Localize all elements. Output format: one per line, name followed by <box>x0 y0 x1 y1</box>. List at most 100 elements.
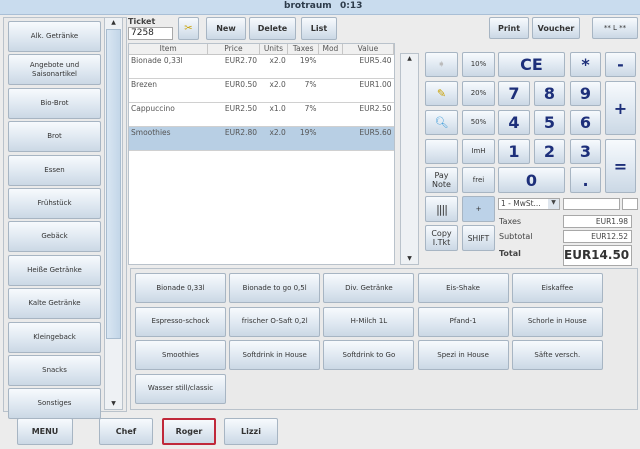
equals-button[interactable]: = <box>605 139 636 193</box>
amount-input[interactable] <box>563 198 620 210</box>
table-cell: EUR2.80 <box>207 126 259 151</box>
key-8[interactable]: 8 <box>534 81 565 106</box>
key-1[interactable]: 1 <box>498 139 530 164</box>
menu-button[interactable]: MENU <box>17 418 73 445</box>
column-header[interactable]: Units <box>259 44 289 55</box>
pencil-icon[interactable]: ✎ <box>425 81 458 106</box>
category-button[interactable]: Angebote und Saisonartikel <box>8 54 101 86</box>
imh-button[interactable]: ImH <box>462 139 495 164</box>
shift-button[interactable]: SHIFT <box>462 225 495 251</box>
product-button[interactable]: Pfand-1 <box>417 306 509 337</box>
product-button[interactable]: Schorle in House <box>511 306 603 337</box>
key-5[interactable]: 5 <box>534 110 565 135</box>
taxes-label: Taxes <box>499 217 522 226</box>
ce-button[interactable]: CE <box>498 52 565 77</box>
scroll-up-icon[interactable]: ▲ <box>105 18 122 28</box>
discount-10-button[interactable]: 10% <box>462 52 495 77</box>
discount-20-button[interactable]: 20% <box>462 81 495 106</box>
product-button[interactable]: Bionade to go 0,5l <box>229 273 321 303</box>
list-button[interactable]: List <box>301 17 337 40</box>
product-button[interactable]: H-Milch 1L <box>323 306 415 337</box>
table-cell: x2.0 <box>259 54 288 79</box>
new-button[interactable]: New <box>206 17 246 40</box>
plus-button[interactable]: + <box>605 81 636 135</box>
table-cell <box>318 78 343 103</box>
category-button[interactable]: Kalte Getränke <box>8 288 101 320</box>
key-6[interactable]: 6 <box>570 110 601 135</box>
scroll-thumb[interactable] <box>106 29 121 339</box>
blank-button[interactable] <box>425 139 458 164</box>
product-button[interactable]: Wasser still/classic <box>135 373 226 404</box>
table-row[interactable]: Bionade 0,33l EUR2.70 x2.0 19% EUR5.40 <box>129 54 394 79</box>
product-button[interactable]: Spezi in House <box>417 340 509 370</box>
tax-select-value: 1 - MwSt... <box>501 199 541 208</box>
delete-button[interactable]: Delete <box>249 17 296 40</box>
product-button[interactable]: Säfte versch. <box>511 340 603 370</box>
scroll-up-icon[interactable]: ▲ <box>401 54 418 64</box>
tax-select[interactable]: 1 - MwSt... ▼ <box>498 198 560 210</box>
table-cell: 7% <box>287 78 319 103</box>
category-button[interactable]: Heiße Getränke <box>8 254 101 286</box>
category-button[interactable]: Kleingeback <box>8 321 101 353</box>
table-row[interactable]: Cappuccino EUR2.50 x1.0 7% EUR2.50 <box>129 102 394 127</box>
key-2[interactable]: 2 <box>534 139 565 164</box>
pay-note-button[interactable]: Pay Note <box>425 167 458 193</box>
column-header[interactable]: Taxes <box>287 44 319 55</box>
category-button[interactable]: Sonstiges <box>8 388 101 420</box>
product-button[interactable]: Softdrink in House <box>229 340 321 370</box>
multiply-button[interactable]: * <box>570 52 601 77</box>
dot-button[interactable]: . <box>570 167 601 193</box>
category-scrollbar[interactable]: ▲ ▼ <box>104 17 123 410</box>
column-header[interactable]: Mod <box>318 44 343 55</box>
scroll-down-icon[interactable]: ▼ <box>401 254 418 264</box>
table-row[interactable]: Smoothies EUR2.80 x2.0 19% EUR5.60 <box>129 126 394 151</box>
user-button-chef[interactable]: Chef <box>99 418 153 445</box>
scissors-icon[interactable]: ✂ <box>178 17 199 40</box>
plus-small-button[interactable]: + <box>462 196 495 222</box>
key-0[interactable]: 0 <box>498 167 565 193</box>
copy-ticket-button[interactable]: Copy I.Tkt <box>425 225 458 251</box>
product-button[interactable]: Espresso-schock <box>135 306 226 337</box>
column-header[interactable]: Item <box>129 44 209 55</box>
column-header[interactable]: Price <box>207 44 260 55</box>
chevron-down-icon[interactable]: ▼ <box>548 199 559 209</box>
product-button[interactable]: Eis-Shake <box>417 273 509 303</box>
discount-50-button[interactable]: 50% <box>462 110 495 135</box>
category-button[interactable]: Brot <box>8 121 101 153</box>
product-button[interactable]: Bionade 0,33l <box>135 273 226 303</box>
arrow-right-icon[interactable]: ➧ <box>425 52 458 77</box>
column-header[interactable]: Value <box>342 44 395 55</box>
extra-input[interactable] <box>622 198 638 210</box>
frei-button[interactable]: frei <box>462 167 495 193</box>
user-button-lizzi[interactable]: Lizzi <box>224 418 278 445</box>
minus-button[interactable]: - <box>605 52 636 77</box>
key-9[interactable]: 9 <box>570 81 601 106</box>
user-button-roger[interactable]: Roger <box>162 418 216 445</box>
print-button[interactable]: Print <box>489 17 529 39</box>
table-cell: EUR1.00 <box>342 78 394 103</box>
category-button[interactable]: Frühstück <box>8 188 101 219</box>
category-button[interactable]: Snacks <box>8 355 101 386</box>
product-button[interactable]: Eiskaffee <box>511 273 603 303</box>
table-cell <box>318 126 343 151</box>
product-button[interactable]: frischer O-Saft 0,2l <box>229 306 321 337</box>
scroll-down-icon[interactable]: ▼ <box>105 399 122 409</box>
product-button[interactable]: Smoothies <box>135 340 226 370</box>
key-3[interactable]: 3 <box>570 139 601 164</box>
key-4[interactable]: 4 <box>498 110 530 135</box>
magnifier-icon[interactable]: 🔍︎ <box>425 110 458 135</box>
barcode-icon[interactable]: |||| <box>425 196 458 222</box>
voucher-button[interactable]: Voucher <box>532 17 580 39</box>
ticket-number[interactable]: 7258 <box>128 27 173 40</box>
table-row[interactable]: Brezen EUR0.50 x2.0 7% EUR1.00 <box>129 78 394 103</box>
key-7[interactable]: 7 <box>498 81 530 106</box>
ticket-scrollbar[interactable]: ▲ ▼ <box>400 53 419 265</box>
category-button[interactable]: Alk. Getränke <box>8 21 101 52</box>
product-button[interactable]: Softdrink to Go <box>323 340 415 370</box>
layout-button[interactable]: ** L ** <box>592 17 638 39</box>
product-button[interactable]: Div. Getränke <box>323 273 415 303</box>
table-cell: Cappuccino <box>129 102 208 127</box>
category-button[interactable]: Gebäck <box>8 221 101 253</box>
category-button[interactable]: Bio-Brot <box>8 87 101 119</box>
category-button[interactable]: Essen <box>8 154 101 186</box>
